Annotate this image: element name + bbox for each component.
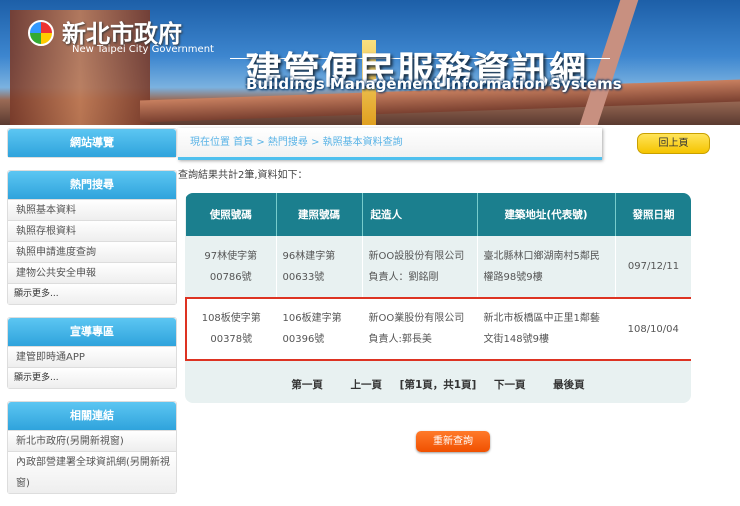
table-row-highlighted[interactable]: 108板使字第00378號 106板建字第00396號 新OO業股份有限公司負責… (185, 297, 691, 361)
site-nav-button[interactable]: 網站導覽 (8, 129, 176, 157)
sidebar-nav: 網站導覽 (7, 128, 177, 158)
show-more-link[interactable]: 顯示更多... (8, 367, 176, 388)
result-summary: 查詢結果共計2筆,資料如下： (178, 170, 308, 181)
new-taipei-logo-icon (28, 20, 54, 46)
col-header: 使照號碼 (186, 193, 277, 236)
next-page-link[interactable]: 下一頁 (494, 379, 526, 391)
use-permit-no: 108板使字第00378號 (185, 297, 277, 361)
issue-date: 108/10/04 (615, 297, 691, 361)
sidebar-link[interactable]: 建物公共安全申報 (8, 262, 176, 283)
pagination: 第一頁 上一頁 [第1頁，共1頁] 下一頁 最後頁 (185, 377, 691, 392)
promo-heading: 宣導專區 (8, 318, 176, 346)
address: 臺北縣林口鄉湖南村5鄰民權路98號9樓 (477, 236, 616, 298)
site-title-en: Buildings Management Information Systems (246, 75, 622, 93)
build-permit-no: 106板建字第00396號 (276, 297, 363, 361)
results-panel: 使照號碼 建照號碼 起造人 建築地址(代表號) 發照日期 97林使字第00786… (185, 193, 691, 403)
results-table: 使照號碼 建照號碼 起造人 建築地址(代表號) 發照日期 97林使字第00786… (185, 193, 691, 361)
sidebar-link[interactable]: 執照基本資料 (8, 199, 176, 220)
sidebar-link[interactable]: 執照申請進度查詢 (8, 241, 176, 262)
sidebar-links: 相關連結 新北市政府(另開新視窗) 內政部營建署全球資訊網(另開新視窗) (7, 401, 177, 494)
sidebar-link[interactable]: 執照存根資料 (8, 220, 176, 241)
sidebar-popular: 熱門搜尋 執照基本資料 執照存根資料 執照申請進度查詢 建物公共安全申報 顯示更… (7, 170, 177, 305)
use-permit-no: 97林使字第00786號 (186, 236, 277, 298)
sidebar: 網站導覽 熱門搜尋 執照基本資料 執照存根資料 執照申請進度查詢 建物公共安全申… (7, 128, 177, 506)
links-heading: 相關連結 (8, 402, 176, 430)
re-query-button[interactable]: 重新查詢 (416, 431, 490, 452)
col-header: 發照日期 (615, 193, 691, 236)
sidebar-link[interactable]: 內政部營建署全球資訊網(另開新視窗) (8, 451, 176, 493)
prev-page-link[interactable]: 上一頁 (350, 379, 382, 391)
applicant: 新OO設股份有限公司負責人：劉銘剛 (362, 236, 478, 298)
col-header: 起造人 (362, 193, 478, 236)
show-more-link[interactable]: 顯示更多... (8, 283, 176, 304)
sidebar-link[interactable]: 建管即時通APP (8, 346, 176, 367)
issue-date: 097/12/11 (615, 236, 691, 298)
build-permit-no: 96林建字第00633號 (276, 236, 363, 298)
col-header: 建築地址(代表號) (477, 193, 616, 236)
breadcrumb: 現在位置 首頁 > 熱門搜尋 > 執照基本資料查詢 (178, 128, 602, 160)
sidebar-link[interactable]: 新北市政府(另開新視窗) (8, 430, 176, 451)
applicant: 新OO業股份有限公司負責人:郭長美 (362, 297, 478, 361)
site-banner: 新北市政府 New Taipei City Government 建管便民服務資… (0, 0, 740, 125)
table-header-row: 使照號碼 建照號碼 起造人 建築地址(代表號) 發照日期 (186, 193, 691, 236)
page-indicator: [第1頁，共1頁] (399, 379, 477, 391)
col-header: 建照號碼 (276, 193, 363, 236)
back-button[interactable]: 回上頁 (637, 133, 710, 154)
table-row[interactable]: 97林使字第00786號 96林建字第00633號 新OO設股份有限公司負責人：… (186, 236, 691, 298)
popular-heading: 熱門搜尋 (8, 171, 176, 199)
last-page-link[interactable]: 最後頁 (553, 379, 585, 391)
address: 新北市板橋區中正里1鄰藝文街148號9樓 (477, 297, 616, 361)
sidebar-promo: 宣導專區 建管即時通APP 顯示更多... (7, 317, 177, 389)
gov-name-en: New Taipei City Government (72, 44, 214, 55)
first-page-link[interactable]: 第一頁 (291, 379, 323, 391)
